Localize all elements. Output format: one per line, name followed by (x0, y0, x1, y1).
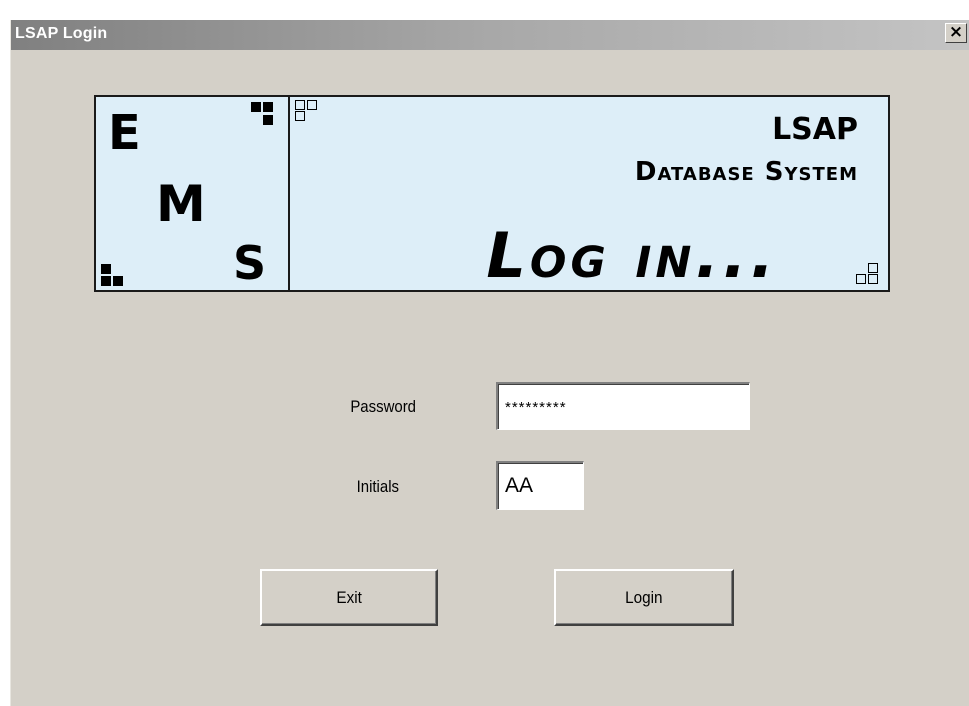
product-subtitle: Database System (634, 157, 858, 187)
window-title: LSAP Login (15, 25, 108, 42)
exit-button-label: Exit (336, 588, 362, 607)
initials-field[interactable] (496, 461, 584, 510)
login-dialog: LSAP Login × E M S LSAP Database System … (10, 20, 969, 706)
banner-heading: Log in... (486, 219, 778, 292)
login-button[interactable]: Login (554, 569, 734, 626)
logo-letter-s: S (233, 236, 267, 290)
login-banner: E M S LSAP Database System Log in... (94, 95, 890, 292)
password-label: Password (350, 397, 416, 416)
logo-letter-m: M (156, 175, 206, 233)
title-bar[interactable]: LSAP Login × (11, 20, 969, 50)
close-button[interactable]: × (945, 23, 967, 43)
login-button-label: Login (625, 588, 663, 607)
ems-logo: E M S (96, 97, 290, 290)
close-icon: × (948, 22, 964, 42)
initials-label: Initials (356, 477, 399, 496)
password-field[interactable] (496, 382, 750, 430)
product-name: LSAP (772, 112, 858, 147)
exit-button[interactable]: Exit (260, 569, 438, 626)
logo-letter-e: E (108, 105, 141, 161)
